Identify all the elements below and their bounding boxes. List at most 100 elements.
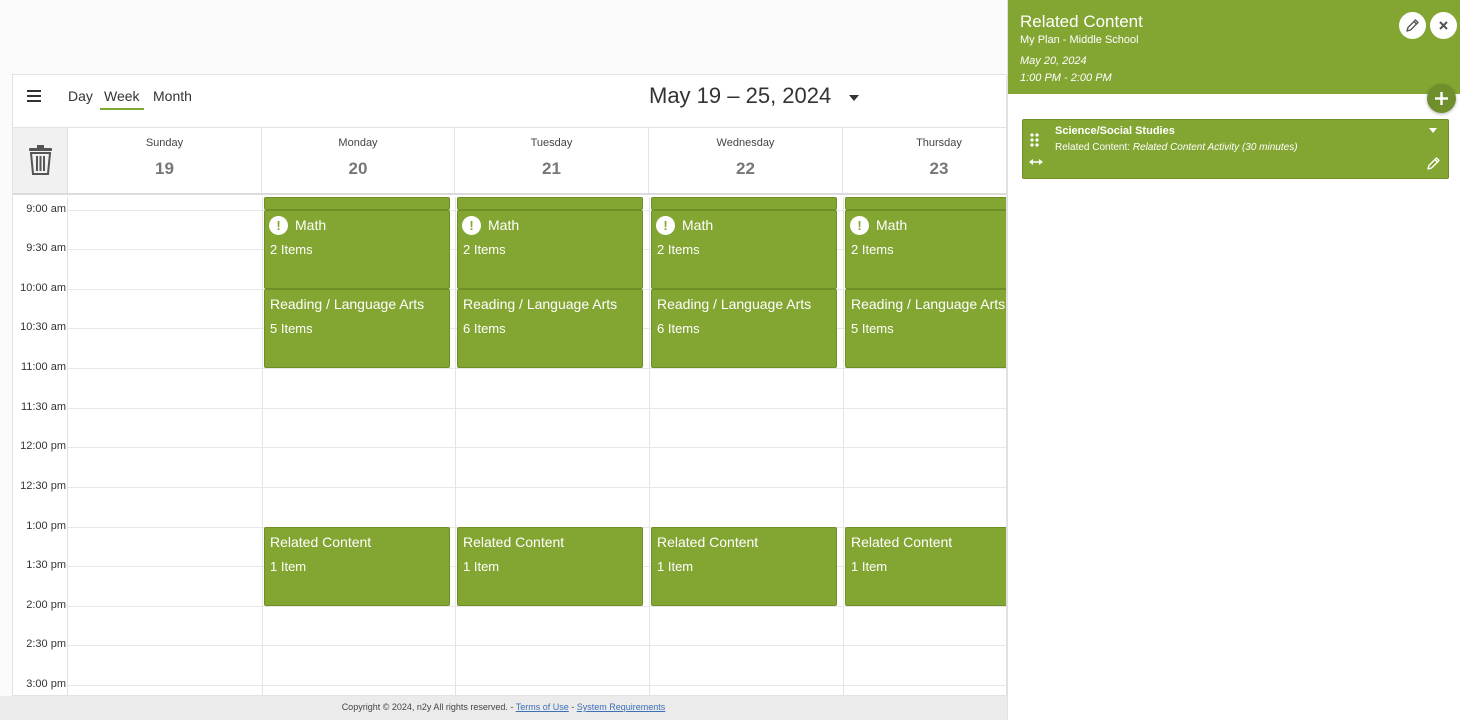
activity-description: Related Content: Related Content Activit… — [1055, 142, 1298, 153]
day-number[interactable]: 19 — [68, 159, 261, 179]
add-button[interactable] — [1427, 84, 1456, 113]
chevron-down-icon[interactable] — [849, 95, 859, 101]
tab-week[interactable]: Week — [100, 88, 144, 110]
column-divider — [649, 197, 650, 695]
grid-line — [68, 408, 1006, 409]
close-icon — [1439, 21, 1448, 30]
event-title: Related Content — [270, 534, 372, 550]
event-math[interactable]: ! Math 2 Items — [264, 210, 450, 289]
grid-line — [68, 447, 1006, 448]
event-title: Related Content — [851, 534, 953, 550]
day-name: Thursday — [916, 137, 962, 149]
copyright-text: Copyright © 2024, n2y All rights reserve… — [341, 702, 516, 712]
event-items-count: 6 Items — [463, 321, 506, 336]
event-reading[interactable]: Reading / Language Arts 6 Items — [651, 289, 837, 368]
time-label: 3:00 pm — [26, 678, 66, 690]
time-label: 12:30 pm — [20, 480, 66, 492]
tab-month[interactable]: Month — [153, 88, 192, 104]
time-label: 2:30 pm — [26, 638, 66, 650]
grid-line — [68, 645, 1006, 646]
close-button[interactable] — [1430, 12, 1457, 39]
event-items-count: 2 Items — [657, 242, 700, 257]
time-label: 9:30 am — [26, 242, 66, 254]
footer-separator: - — [568, 702, 577, 712]
day-name: Monday — [338, 137, 378, 149]
alert-icon: ! — [269, 216, 288, 235]
event-items-count: 1 Item — [463, 559, 500, 574]
calendar-toolbar: Day Week Month May 19 – 25, 2024 — [13, 75, 1006, 128]
trash-icon[interactable] — [13, 128, 68, 193]
event-title: Related Content — [463, 534, 565, 550]
event-items-count: 1 Item — [851, 559, 888, 574]
time-grid[interactable]: 9:00 am 9:30 am 10:00 am 10:30 am 11:00 … — [13, 197, 1006, 695]
resize-arrows-icon[interactable] — [1028, 158, 1044, 166]
day-name: Tuesday — [530, 137, 573, 149]
event-reading[interactable]: Reading / Language Arts 5 Items — [264, 289, 450, 368]
event-title: Math — [488, 217, 520, 233]
event-title: Reading / Language Arts — [463, 296, 618, 312]
day-header-thursday: Thursday 23 — [843, 128, 1006, 193]
related-content-panel: Related Content My Plan - Middle School … — [1007, 0, 1460, 720]
event-items-count: 6 Items — [657, 321, 700, 336]
event-math[interactable]: ! Math 2 Items — [651, 210, 837, 289]
terms-link[interactable]: Terms of Use — [516, 702, 569, 712]
event-items-count: 1 Item — [657, 559, 694, 574]
date-range-title[interactable]: May 19 – 25, 2024 — [649, 83, 831, 109]
column-divider — [262, 197, 263, 695]
event-block[interactable] — [457, 197, 643, 210]
event-related-content[interactable]: Related Content 1 Item — [845, 527, 1006, 606]
time-column: 9:00 am 9:30 am 10:00 am 10:30 am 11:00 … — [13, 197, 68, 695]
event-items-count: 5 Items — [851, 321, 894, 336]
footer: Copyright © 2024, n2y All rights reserve… — [0, 696, 1007, 720]
event-math[interactable]: ! Math 2 Items — [457, 210, 643, 289]
system-requirements-link[interactable]: System Requirements — [577, 702, 666, 712]
event-items-count: 2 Items — [851, 242, 894, 257]
event-title: Math — [295, 217, 327, 233]
event-block[interactable] — [651, 197, 837, 210]
event-block[interactable] — [264, 197, 450, 210]
event-reading[interactable]: Reading / Language Arts 5 Items — [845, 289, 1006, 368]
day-number[interactable]: 20 — [262, 159, 454, 179]
day-number[interactable]: 21 — [455, 159, 648, 179]
time-label: 2:00 pm — [26, 599, 66, 611]
event-reading[interactable]: Reading / Language Arts 6 Items — [457, 289, 643, 368]
grid-line — [68, 606, 1006, 607]
plus-icon — [1435, 92, 1448, 105]
day-name: Sunday — [145, 137, 184, 149]
day-header-monday: Monday 20 — [262, 128, 455, 193]
column-divider — [843, 197, 844, 695]
time-label: 12:00 pm — [20, 440, 66, 452]
calendar: Day Week Month May 19 – 25, 2024 Sunday … — [12, 74, 1007, 696]
tab-day[interactable]: Day — [68, 88, 93, 104]
pencil-icon — [1406, 19, 1419, 32]
event-items-count: 2 Items — [270, 242, 313, 257]
day-header-row: Sunday 19 Monday 20 Tuesday 21 Wednesday… — [13, 128, 1006, 195]
day-number[interactable]: 22 — [649, 159, 842, 179]
pencil-icon[interactable] — [1426, 156, 1441, 171]
panel-subtitle: My Plan - Middle School — [1020, 34, 1139, 46]
day-header-tuesday: Tuesday 21 — [455, 128, 649, 193]
alert-icon: ! — [462, 216, 481, 235]
event-related-content[interactable]: Related Content 1 Item — [651, 527, 837, 606]
event-block[interactable] — [845, 197, 1006, 210]
event-math[interactable]: ! Math 2 Items — [845, 210, 1006, 289]
grid-line — [68, 368, 1006, 369]
day-number[interactable]: 23 — [843, 159, 1006, 179]
edit-button[interactable] — [1399, 12, 1426, 39]
hamburger-icon[interactable] — [27, 90, 41, 102]
event-title: Related Content — [657, 534, 759, 550]
time-label: 10:00 am — [20, 282, 66, 294]
event-title: Reading / Language Arts — [851, 296, 1006, 312]
drag-handle-icon[interactable] — [1030, 133, 1040, 147]
day-name: Wednesday — [716, 137, 775, 149]
day-header-wednesday: Wednesday 22 — [649, 128, 843, 193]
chevron-down-icon[interactable] — [1429, 128, 1437, 133]
event-related-content[interactable]: Related Content 1 Item — [457, 527, 643, 606]
activity-desc-value: Related Content Activity (30 minutes) — [1132, 142, 1298, 153]
alert-icon: ! — [656, 216, 675, 235]
event-related-content[interactable]: Related Content 1 Item — [264, 527, 450, 606]
time-label: 11:30 am — [20, 401, 66, 413]
time-label: 11:00 am — [20, 361, 66, 373]
panel-title: Related Content — [1020, 12, 1143, 31]
activity-card[interactable]: Science/Social Studies Related Content: … — [1022, 119, 1449, 179]
